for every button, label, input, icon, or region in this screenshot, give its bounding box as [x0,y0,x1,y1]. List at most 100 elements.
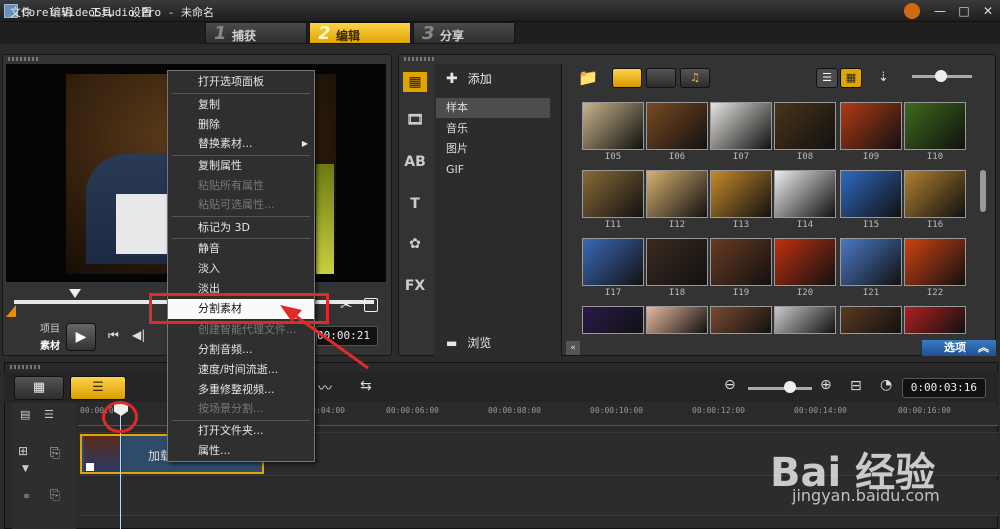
library-thumbnail[interactable] [646,170,708,218]
ctx-mark-3d[interactable]: 标记为 3D [168,218,314,238]
library-item-music[interactable]: 音乐 [436,119,550,139]
thumbnail-size-knob[interactable] [935,70,947,82]
library-thumbnail[interactable] [904,102,966,150]
menu-file[interactable]: 文件 [10,4,32,20]
thumbnail-label: I08 [796,152,814,162]
library-item-sample[interactable]: 样本 [436,98,550,118]
track-list-icon[interactable]: ☰ [44,408,54,421]
library-thumbnail[interactable] [774,306,836,334]
fx-icon[interactable]: FX [403,276,427,296]
library-thumbnail[interactable] [710,238,772,286]
library-thumbnail[interactable] [840,306,902,334]
ctx-multi-trim[interactable]: 多重修整视频... [168,380,314,400]
library-thumbnail[interactable] [840,238,902,286]
ctx-speed-timelapse[interactable]: 速度/时间流逝... [168,360,314,380]
ctx-copy[interactable]: 复制 [168,95,314,115]
preview-timecode[interactable]: 00:00:21 [316,326,378,346]
panel-grip[interactable] [404,57,434,61]
panel-grip[interactable] [10,365,40,369]
track-manager-icon[interactable]: ⇆ [360,378,372,394]
options-button[interactable]: 选项 ︽ [922,340,996,356]
ctx-fade-in[interactable]: 淡入 [168,259,314,279]
grid-view-button[interactable]: ▦ [840,68,862,88]
library-thumbnail[interactable] [582,238,644,286]
library-item-gif[interactable]: GIF [436,160,550,180]
track-settings-icon[interactable]: ▤ [20,408,30,421]
timeline-zoom-slider[interactable] [748,387,812,390]
thumbnail-label: I17 [604,288,622,298]
ctx-split-audio[interactable]: 分割音频... [168,340,314,360]
play-button[interactable]: ▶ [66,323,96,351]
filter-video-button[interactable] [612,68,642,88]
storyboard-view-button[interactable]: ▦ [14,376,64,400]
timeline-zoom-knob[interactable] [784,381,796,393]
library-scrollbar[interactable] [980,170,986,212]
ctx-mute[interactable]: 静音 [168,239,314,259]
panel-grip[interactable] [8,57,38,61]
filter-audio-button[interactable]: ♫ [680,68,710,88]
prev-icon[interactable]: ⏮ [108,328,119,343]
library-item-images[interactable]: 图片 [436,139,550,159]
tab-share[interactable]: 3 分享 [413,22,515,44]
project-mode-label[interactable]: 项目 [40,320,60,335]
transition-icon[interactable]: 🎞 [403,110,427,130]
ctx-open-options[interactable]: 打开选项面板 [168,72,314,92]
sort-icon[interactable]: ⇣ [878,70,889,85]
library-thumbnail[interactable] [582,170,644,218]
ctx-replace-clip[interactable]: 替换素材... ▶ [168,134,314,154]
ctx-delete[interactable]: 删除 [168,115,314,135]
menu-edit[interactable]: 编辑 [50,4,72,20]
ctx-properties[interactable]: 属性... [168,441,314,461]
library-thumbnail[interactable] [710,170,772,218]
library-thumbnail[interactable] [774,238,836,286]
copy-icon[interactable] [364,298,378,312]
step-back-icon[interactable]: ◀| [132,328,145,342]
menu-settings[interactable]: 设置 [130,4,152,20]
scissors-icon[interactable]: ✂ [340,296,353,314]
zoom-in-icon[interactable]: ⊕ [820,377,832,393]
fit-timeline-icon[interactable]: ⊟ [850,378,862,394]
library-thumbnail[interactable] [904,306,966,334]
step-label: 编辑 [336,29,361,43]
media-icon[interactable]: ▦ [403,72,427,92]
library-thumbnail[interactable] [774,102,836,150]
library-thumbnail[interactable] [646,238,708,286]
library-thumbnail[interactable] [840,102,902,150]
library-thumbnail[interactable] [840,170,902,218]
zoom-out-icon[interactable]: ⊖ [724,377,736,393]
link-icon[interactable]: ⚭ [22,490,31,503]
library-thumbnail[interactable] [646,102,708,150]
library-thumbnail[interactable] [646,306,708,334]
close-button[interactable]: ✕ [976,2,1000,20]
library-thumbnail[interactable] [774,170,836,218]
library-thumbnail[interactable] [710,102,772,150]
title-ab-icon[interactable]: AB [403,152,427,172]
library-thumbnail[interactable] [582,306,644,334]
menu-tools[interactable]: 工具 [90,4,112,20]
text-icon[interactable]: T [403,194,427,214]
tab-capture[interactable]: 1 捕获 [205,22,307,44]
chevron-down-icon[interactable]: ▼ [22,464,29,474]
library-thumbnail[interactable] [904,238,966,286]
tab-edit[interactable]: 2 编辑 [309,22,411,44]
track-video-toggle-icon[interactable]: ⊞ [18,444,28,458]
add-button[interactable]: ✚ 添加 [446,70,492,87]
clip-mode-label[interactable]: 素材 [40,337,60,352]
minimize-button[interactable]: — [928,2,952,20]
ctx-copy-attributes[interactable]: 复制属性 [168,156,314,176]
library-thumbnail[interactable] [904,170,966,218]
audio-wave-icon[interactable]: 〰 [318,378,332,398]
corel-logo-icon[interactable] [904,3,920,19]
graphic-icon[interactable]: ✿ [403,234,427,254]
collapse-button[interactable]: « [566,341,580,355]
scrubber-handle[interactable] [69,289,81,298]
library-thumbnail[interactable] [710,306,772,334]
list-view-button[interactable]: ☰ [816,68,838,88]
folder-icon[interactable]: 📁 [578,68,598,87]
library-thumbnail[interactable] [582,102,644,150]
timeline-view-button[interactable]: ☰ [70,376,126,400]
restore-button[interactable]: □ [952,2,976,20]
ctx-open-folder[interactable]: 打开文件夹... [168,421,314,441]
browse-button[interactable]: ▬ 浏览 [446,334,491,351]
filter-image-button[interactable] [646,68,676,88]
